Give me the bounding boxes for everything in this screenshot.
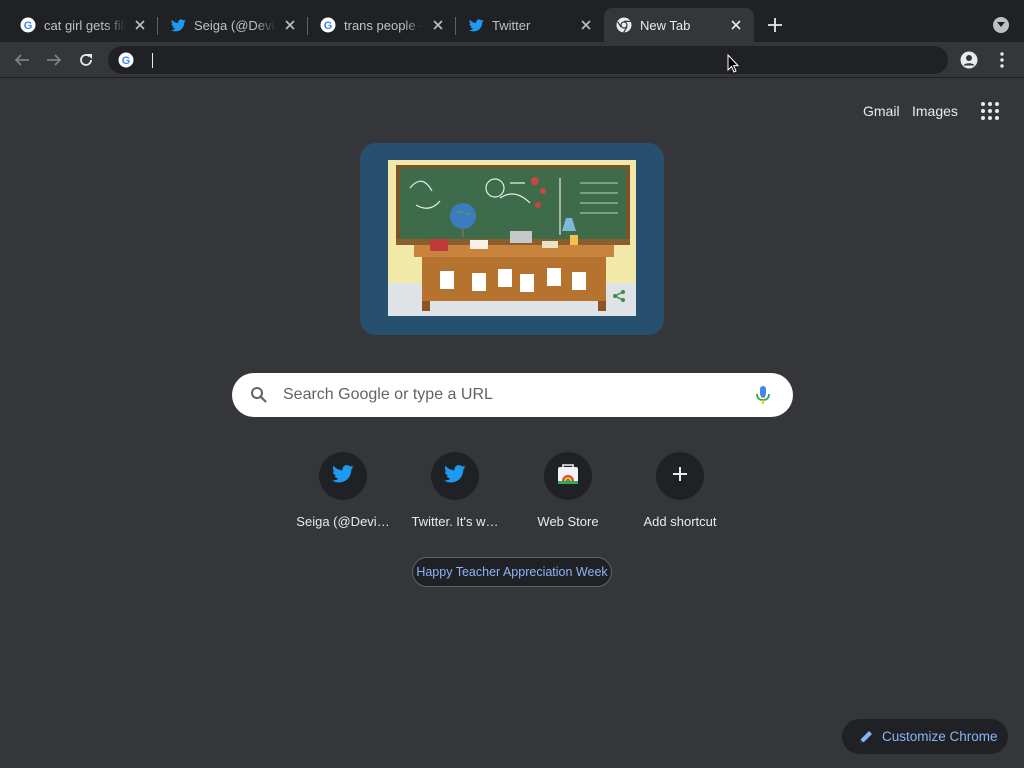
shortcut-label: Web Store	[537, 514, 599, 529]
pencil-icon	[858, 729, 874, 745]
text-caret	[152, 53, 153, 68]
tab-title: trans people -	[344, 17, 424, 33]
images-link[interactable]: Images	[912, 103, 958, 119]
tab-title: Seiga (@Devia	[194, 17, 276, 33]
address-input[interactable]	[152, 46, 912, 74]
search-icon	[250, 386, 268, 404]
twitter-bird-icon	[468, 17, 484, 33]
doodle-promo-chip[interactable]: Happy Teacher Appreciation Week	[412, 557, 612, 587]
apps-grid-icon[interactable]	[978, 99, 1002, 123]
shortcut-seiga[interactable]: Seiga (@Devi…	[287, 450, 399, 540]
close-icon[interactable]	[282, 17, 298, 33]
google-doodle[interactable]	[360, 143, 664, 335]
shortcut-label: Twitter. It's w…	[411, 514, 499, 529]
google-g-icon: G	[20, 17, 36, 33]
tab-new-tab[interactable]: New Tab	[604, 8, 754, 42]
tab-strip: G cat girl gets fill Seiga (@Devia G tra…	[0, 0, 1024, 42]
shortcut-twitter[interactable]: Twitter. It's w…	[399, 450, 511, 540]
shortcut-icon-circle	[431, 452, 479, 500]
google-g-icon: G	[118, 52, 134, 68]
close-icon[interactable]	[132, 17, 148, 33]
tab-trans-people[interactable]: G trans people -	[308, 8, 456, 42]
toolbar: G	[0, 42, 1024, 78]
microphone-icon[interactable]	[754, 385, 772, 405]
address-bar[interactable]: G	[108, 46, 948, 74]
search-box[interactable]: Search Google or type a URL	[232, 373, 793, 417]
back-button[interactable]	[10, 48, 34, 72]
svg-text:G: G	[122, 55, 131, 67]
menu-button[interactable]	[990, 48, 1014, 72]
shortcut-label: Add shortcut	[643, 514, 717, 529]
twitter-bird-icon	[444, 464, 466, 488]
gmail-link[interactable]: Gmail	[863, 103, 900, 119]
shortcut-add[interactable]: Add shortcut	[624, 450, 736, 540]
close-icon[interactable]	[578, 17, 594, 33]
tab-title: New Tab	[640, 17, 691, 33]
svg-text:G: G	[24, 20, 33, 32]
shortcut-icon-circle	[656, 452, 704, 500]
plus-icon	[672, 466, 688, 487]
svg-text:G: G	[324, 20, 333, 32]
tab-cat-girl[interactable]: G cat girl gets fill	[8, 8, 158, 42]
shortcut-web-store[interactable]: Web Store	[512, 450, 624, 540]
chrome-icon	[616, 17, 632, 33]
tab-title: cat girl gets fill	[44, 17, 126, 33]
twitter-bird-icon	[170, 17, 186, 33]
mouse-cursor-icon	[727, 53, 740, 73]
search-placeholder: Search Google or type a URL	[283, 386, 493, 403]
shortcut-icon-circle	[544, 452, 592, 500]
close-icon[interactable]	[430, 17, 446, 33]
classroom-illustration	[388, 160, 636, 316]
close-icon[interactable]	[728, 17, 744, 33]
profile-button[interactable]	[957, 48, 981, 72]
tab-seiga[interactable]: Seiga (@Devia	[158, 8, 308, 42]
twitter-bird-icon	[332, 464, 354, 488]
reload-button[interactable]	[74, 48, 98, 72]
tab-title: Twitter	[492, 17, 531, 33]
customize-chrome-button[interactable]: Customize Chrome	[842, 719, 1008, 754]
shortcut-label: Seiga (@Devi…	[296, 514, 390, 529]
web-store-icon	[557, 463, 579, 490]
tab-twitter[interactable]: Twitter	[456, 8, 604, 42]
customize-label: Customize Chrome	[882, 729, 998, 744]
forward-button[interactable]	[42, 48, 66, 72]
tab-search-icon[interactable]	[993, 17, 1009, 33]
new-tab-button[interactable]	[764, 14, 786, 36]
google-g-icon: G	[320, 17, 336, 33]
shortcut-icon-circle	[319, 452, 367, 500]
